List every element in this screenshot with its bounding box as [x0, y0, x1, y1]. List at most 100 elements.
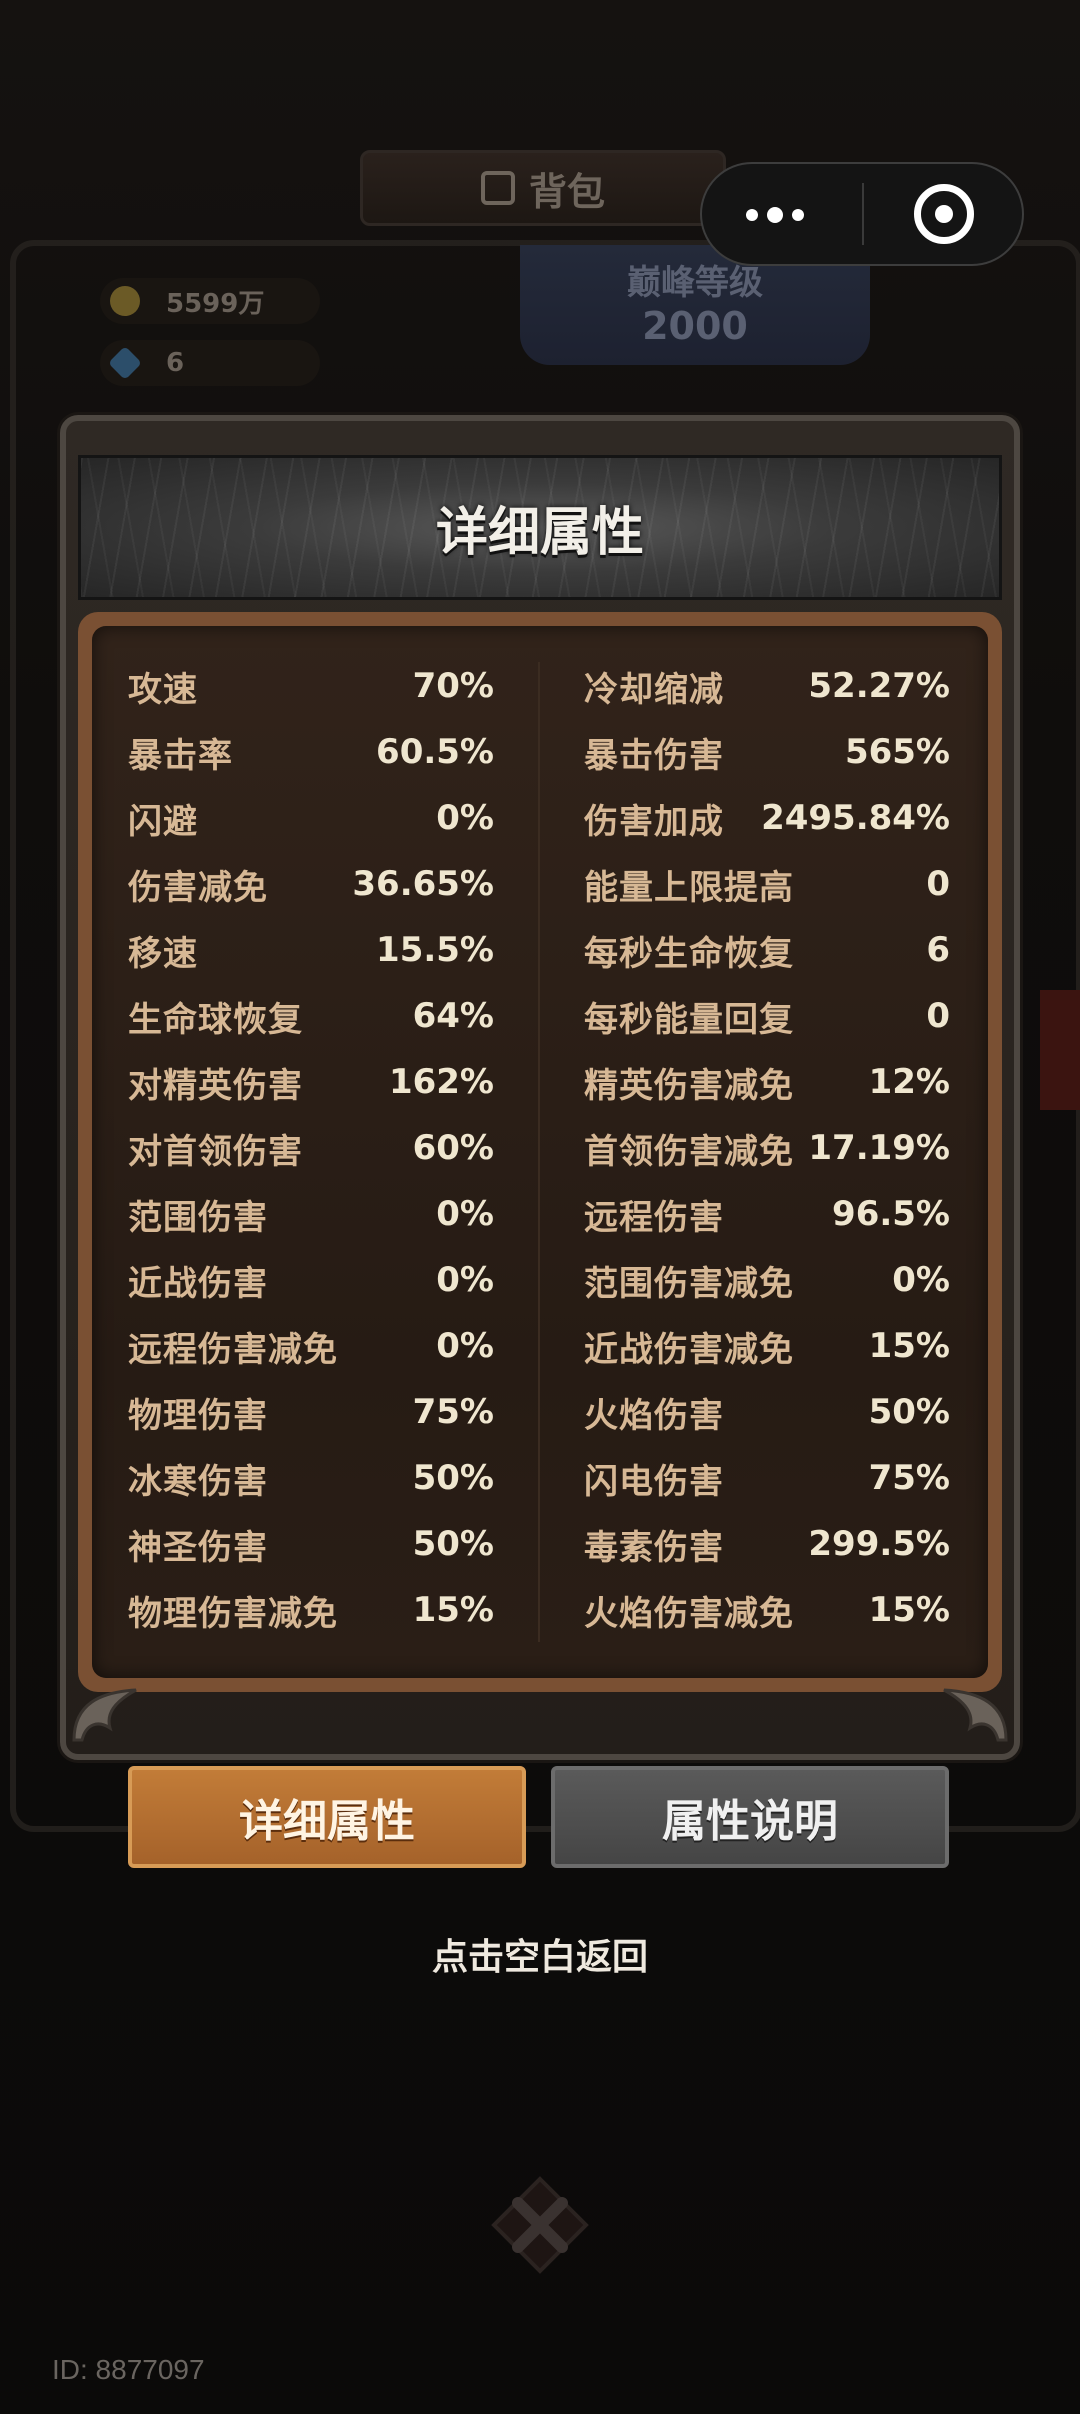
stat-value: 36.65% — [352, 864, 494, 904]
stat-value: 12% — [868, 1062, 950, 1102]
stat-row: 冰寒伤害 50% — [128, 1445, 494, 1511]
gem-icon — [108, 346, 142, 380]
more-dots-icon[interactable] — [746, 195, 816, 235]
stat-row: 生命球恢复 64% — [128, 983, 494, 1049]
stat-label: 闪避 — [128, 801, 198, 842]
user-id-label: ID: 8877097 — [52, 2354, 205, 2385]
stat-value: 17.19% — [808, 1128, 950, 1168]
stat-label: 闪电伤害 — [584, 1461, 724, 1502]
stat-label: 暴击伤害 — [584, 735, 724, 776]
tab-detail-attributes[interactable]: 详细属性 — [128, 1766, 526, 1868]
stat-value: 50% — [412, 1524, 494, 1564]
stat-label: 远程伤害 — [584, 1197, 724, 1238]
stat-value: 50% — [412, 1458, 494, 1498]
stat-row: 物理伤害减免 15% — [128, 1577, 494, 1643]
stat-row: 移速 15.5% — [128, 917, 494, 983]
corner-ornament-right — [943, 1688, 1008, 1742]
stat-label: 火焰伤害 — [584, 1395, 724, 1436]
gold-amount: 5599万 — [166, 288, 265, 319]
stat-value: 15% — [868, 1326, 950, 1366]
stat-label: 火焰伤害减免 — [584, 1593, 794, 1634]
stat-label: 每秒能量回复 — [584, 999, 794, 1040]
stat-value: 0% — [436, 1326, 494, 1366]
stat-row: 对精英伤害 162% — [128, 1049, 494, 1115]
stat-value: 52.27% — [808, 666, 950, 706]
stat-label: 生命球恢复 — [128, 999, 303, 1040]
stat-row: 冷却缩减 52.27% — [584, 653, 950, 719]
stat-label: 伤害加成 — [584, 801, 724, 842]
stat-row: 火焰伤害减免 15% — [584, 1577, 950, 1643]
stat-label: 伤害减免 — [128, 867, 268, 908]
stat-row: 神圣伤害 50% — [128, 1511, 494, 1577]
gem-amount: 6 — [166, 348, 185, 378]
stat-row: 对首领伤害 60% — [128, 1115, 494, 1181]
stat-row: 能量上限提高 0 — [584, 851, 950, 917]
stat-value: 0% — [892, 1260, 950, 1300]
stat-row: 每秒能量回复 0 — [584, 983, 950, 1049]
stat-label: 首领伤害减免 — [584, 1131, 794, 1172]
stat-row: 首领伤害减免 17.19% — [584, 1115, 950, 1181]
stat-row: 近战伤害 0% — [128, 1247, 494, 1313]
stat-label: 每秒生命恢复 — [584, 933, 794, 974]
bag-tab: 背包 — [360, 150, 726, 226]
background-side-stripe — [1040, 990, 1080, 1110]
stat-label: 毒素伤害 — [584, 1527, 724, 1568]
target-circle-icon[interactable] — [914, 184, 974, 244]
stat-value: 2495.84% — [761, 798, 950, 838]
stat-label: 对精英伤害 — [128, 1065, 303, 1106]
bag-tab-label: 背包 — [528, 169, 605, 214]
stat-value: 96.5% — [832, 1194, 950, 1234]
stat-row: 物理伤害 75% — [128, 1379, 494, 1445]
panel-title: 详细属性 — [435, 503, 644, 563]
bag-icon — [480, 171, 515, 205]
stat-row: 暴击伤害 565% — [584, 719, 950, 785]
stat-label: 冰寒伤害 — [128, 1461, 268, 1502]
stat-label: 攻速 — [128, 669, 198, 710]
stat-row: 毒素伤害 299.5% — [584, 1511, 950, 1577]
stat-value: 15.5% — [376, 930, 494, 970]
stat-value: 299.5% — [808, 1524, 950, 1564]
gem-counter: 6 — [100, 340, 320, 386]
stat-label: 暴击率 — [128, 735, 233, 776]
stat-row: 暴击率 60.5% — [128, 719, 494, 785]
stat-label: 能量上限提高 — [584, 867, 794, 908]
stat-label: 范围伤害 — [128, 1197, 268, 1238]
stat-row: 远程伤害减免 0% — [128, 1313, 494, 1379]
stat-row: 闪电伤害 75% — [584, 1445, 950, 1511]
stat-label: 范围伤害减免 — [584, 1263, 794, 1304]
stat-value: 60.5% — [376, 732, 494, 772]
stat-label: 冷却缩减 — [584, 669, 724, 710]
stat-label: 移速 — [128, 933, 198, 974]
stat-value: 0% — [436, 1260, 494, 1300]
tab-attribute-explanation[interactable]: 属性说明 — [551, 1766, 949, 1868]
peak-level-value: 2000 — [642, 304, 748, 348]
stat-value: 162% — [388, 1062, 494, 1102]
stat-row: 攻速 70% — [128, 653, 494, 719]
stat-row: 范围伤害减免 0% — [584, 1247, 950, 1313]
stats-right-column: 冷却缩减 52.27% 暴击伤害 565% 伤害加成 2495.84% 能量上限提高 0… — [584, 653, 950, 1643]
stat-value: 0% — [436, 798, 494, 838]
stat-label: 对首领伤害 — [128, 1131, 303, 1172]
stat-value: 15% — [868, 1590, 950, 1630]
stat-row: 伤害加成 2495.84% — [584, 785, 950, 851]
stat-label: 精英伤害减免 — [584, 1065, 794, 1106]
stat-label: 远程伤害减免 — [128, 1329, 338, 1370]
stat-value: 0 — [926, 864, 950, 904]
stat-value: 64% — [412, 996, 494, 1036]
stats-left-column: 攻速 70% 暴击率 60.5% 闪避 0% 伤害减免 36.65% 移速 15.5% 生… — [128, 653, 494, 1643]
stat-value: 70% — [412, 666, 494, 706]
stat-value: 15% — [412, 1590, 494, 1630]
stat-row: 近战伤害减免 15% — [584, 1313, 950, 1379]
gold-counter: 5599万 — [100, 278, 320, 324]
stat-label: 近战伤害 — [128, 1263, 268, 1304]
column-divider — [538, 662, 540, 1642]
stat-value: 0% — [436, 1194, 494, 1234]
stat-row: 火焰伤害 50% — [584, 1379, 950, 1445]
stat-row: 每秒生命恢复 6 — [584, 917, 950, 983]
stat-label: 物理伤害 — [128, 1395, 268, 1436]
stat-label: 物理伤害减免 — [128, 1593, 338, 1634]
stat-value: 6 — [926, 930, 950, 970]
stat-value: 75% — [868, 1458, 950, 1498]
stat-value: 75% — [412, 1392, 494, 1432]
stat-value: 565% — [844, 732, 950, 772]
